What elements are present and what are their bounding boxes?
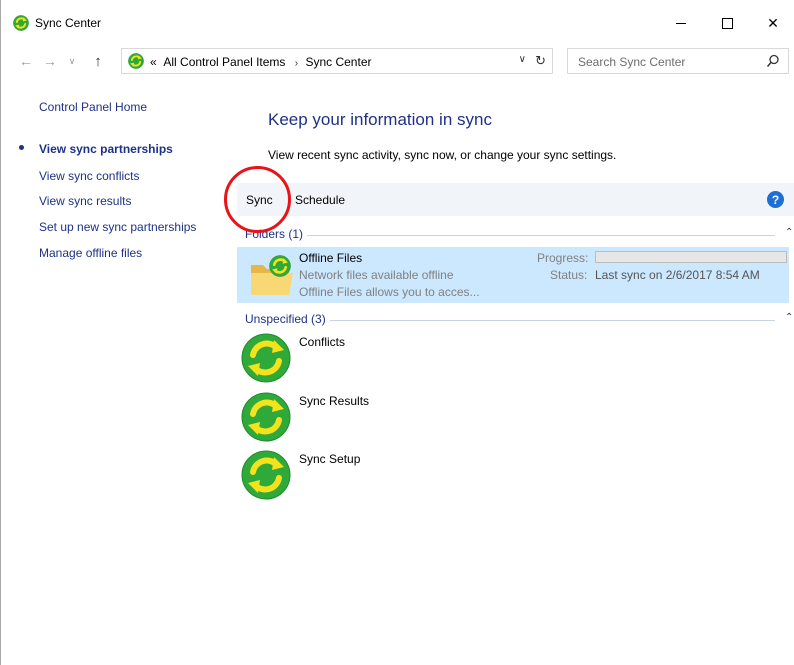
refresh-icon[interactable]: ↻ <box>535 53 546 69</box>
minimize-button[interactable] <box>659 6 703 40</box>
navigation-bar: ← → ∨ ↑ « All Control Panel Items › Sync… <box>1 44 794 78</box>
sync-icon <box>241 392 291 442</box>
recent-locations-button[interactable]: ∨ <box>63 52 81 70</box>
list-item-sync-results[interactable]: Sync Results <box>241 392 541 444</box>
list-item-sync-setup[interactable]: Sync Setup <box>241 450 541 502</box>
view-sync-results-link[interactable]: View sync results <box>39 194 131 208</box>
minimize-icon <box>676 22 686 24</box>
current-item-bullet <box>19 145 24 150</box>
item-title: Sync Setup <box>299 452 361 466</box>
item-title: Conflicts <box>299 335 346 349</box>
sync-icon <box>241 450 291 500</box>
sync-icon <box>241 333 291 383</box>
collapse-chevron-icon[interactable]: ⌃ <box>785 312 793 323</box>
group-label-folders: Folders (1) <box>245 227 308 241</box>
manage-offline-files-link[interactable]: Manage offline files <box>39 246 142 260</box>
chevron-down-icon: ∨ <box>68 55 76 66</box>
item-details: Offline Files allows you to acces... <box>299 285 480 299</box>
forward-button[interactable]: → <box>41 52 59 70</box>
set-up-new-sync-partnerships-link[interactable]: Set up new sync partnerships <box>39 220 196 234</box>
progress-label: Progress: <box>537 251 589 265</box>
breadcrumb-sync-center[interactable]: Sync Center <box>305 55 371 69</box>
search-input[interactable]: Search Sync Center <box>567 48 789 74</box>
address-bar[interactable]: « All Control Panel Items › Sync Center … <box>121 48 553 74</box>
back-button[interactable]: ← <box>17 52 35 70</box>
breadcrumb-separator[interactable]: › <box>295 58 298 69</box>
close-button[interactable]: ✕ <box>751 6 794 40</box>
page-title: Keep your information in sync <box>268 110 492 129</box>
list-item-offline-files[interactable]: Offline Files Network files available of… <box>237 247 789 303</box>
window-title: Sync Center <box>35 16 102 30</box>
sync-center-window: Sync Center ✕ ← → ∨ ↑ « All Control Pane… <box>0 0 794 665</box>
breadcrumb-control-panel-items[interactable]: All Control Panel Items <box>163 55 285 69</box>
item-title: Offline Files <box>299 251 363 265</box>
control-panel-home-link[interactable]: Control Panel Home <box>39 100 147 114</box>
search-placeholder: Search Sync Center <box>578 55 686 69</box>
breadcrumb-overflow[interactable]: « <box>150 55 157 69</box>
search-icon[interactable] <box>766 54 780 68</box>
view-sync-partnerships-link[interactable]: View sync partnerships <box>39 142 173 156</box>
back-arrow-icon: ← <box>19 53 33 69</box>
group-divider <box>245 235 775 236</box>
collapse-chevron-icon[interactable]: ⌃ <box>785 227 793 238</box>
up-arrow-icon: ↑ <box>94 52 102 70</box>
folder-sync-icon <box>251 255 293 295</box>
up-button[interactable]: ↑ <box>89 52 107 70</box>
close-icon: ✕ <box>767 14 779 31</box>
status-label: Status: <box>550 268 588 282</box>
progress-bar <box>595 251 787 263</box>
breadcrumb: « All Control Panel Items › Sync Center <box>150 55 375 69</box>
item-description: Network files available offline <box>299 268 454 282</box>
item-title: Sync Results <box>299 394 370 408</box>
forward-arrow-icon: → <box>43 53 57 69</box>
command-bar: Sync Schedule ? <box>237 183 794 216</box>
page-description: View recent sync activity, sync now, or … <box>268 148 617 162</box>
maximize-button[interactable] <box>705 6 749 40</box>
sync-center-icon <box>13 15 29 31</box>
address-dropdown-icon[interactable]: ∨ <box>519 54 526 65</box>
group-header-folders[interactable]: Folders (1) ⌃ <box>245 227 794 243</box>
group-label-unspecified: Unspecified (3) <box>245 312 330 326</box>
status-value: Last sync on 2/6/2017 8:54 AM <box>595 268 760 282</box>
title-bar: Sync Center ✕ <box>1 0 794 44</box>
group-header-unspecified[interactable]: Unspecified (3) ⌃ <box>245 312 794 328</box>
maximize-icon <box>721 17 733 29</box>
list-item-conflicts[interactable]: Conflicts <box>241 333 541 385</box>
sync-center-icon <box>128 53 144 69</box>
help-icon[interactable]: ? <box>767 191 784 208</box>
schedule-button[interactable]: Schedule <box>295 193 345 207</box>
view-sync-conflicts-link[interactable]: View sync conflicts <box>39 169 139 183</box>
sync-button[interactable]: Sync <box>246 193 273 207</box>
